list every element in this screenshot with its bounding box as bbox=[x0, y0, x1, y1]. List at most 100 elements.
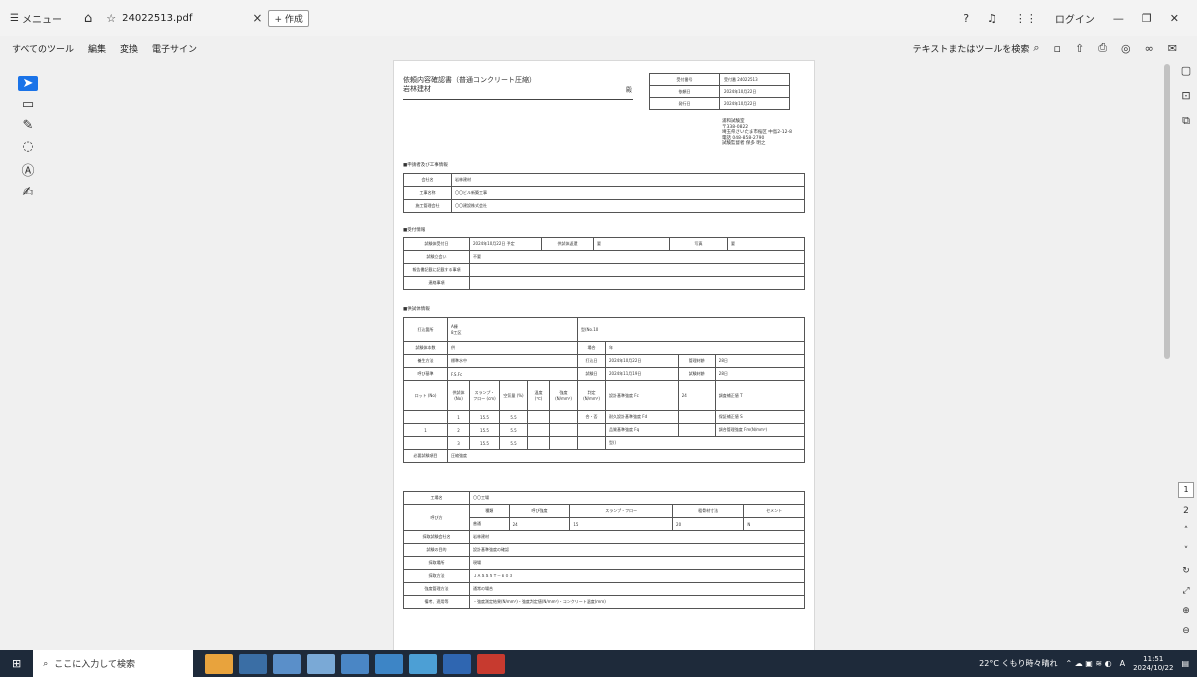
tab-title[interactable]: 24022513.pdf bbox=[122, 13, 192, 24]
search-icon[interactable]: ⌕ bbox=[1033, 41, 1039, 55]
close-tab-icon[interactable]: × bbox=[252, 11, 262, 25]
zoom-in-icon[interactable]: ⊕ bbox=[1182, 606, 1190, 616]
section-title-reception: ■受付情報 bbox=[403, 228, 426, 233]
cell-key: 試験体受付日 bbox=[403, 237, 470, 251]
app-icon[interactable] bbox=[409, 653, 438, 674]
toolbar-item-esign[interactable]: 電子サイン bbox=[152, 42, 197, 55]
new-tab-button[interactable]: + 作成 bbox=[268, 9, 309, 27]
bookmark-panel-icon[interactable]: ⊡ bbox=[1181, 89, 1190, 102]
cell-value: F.S.Fc bbox=[447, 367, 578, 381]
taskbar: ⊞ ⌕ ここに入力して検索 22°C くもり時々晴れ ⌃ ☁ ▣ ≋ ◐ A 1… bbox=[0, 650, 1197, 677]
page-down-icon[interactable]: ˅ bbox=[1184, 546, 1189, 556]
cell-key: 強度管理方法 bbox=[403, 582, 470, 596]
link-icon[interactable]: ∞ bbox=[1145, 42, 1154, 55]
lasso-icon[interactable]: ◌ bbox=[18, 139, 38, 154]
air-cell: 5.5 bbox=[499, 423, 528, 437]
lot-cell: 1 bbox=[403, 423, 448, 437]
col-header: 強度 (N/mm²) bbox=[549, 380, 578, 411]
ime-indicator[interactable]: A bbox=[1120, 659, 1125, 668]
bell-icon[interactable]: ♫ bbox=[987, 12, 997, 25]
cell-value: 不要 bbox=[469, 250, 805, 264]
app-icon[interactable] bbox=[273, 653, 302, 674]
app-icon[interactable] bbox=[375, 653, 404, 674]
doc-recipient: 岩林建材 bbox=[403, 85, 431, 93]
col-header: 粗骨材寸法 bbox=[672, 504, 745, 518]
side-key: 型() bbox=[605, 436, 805, 450]
toolbar-item-edit[interactable]: 編集 bbox=[88, 42, 106, 55]
cell-key: 採取方法 bbox=[403, 569, 470, 583]
cell-key: 打込日 bbox=[577, 354, 606, 368]
sign-icon[interactable]: ✍ bbox=[18, 185, 38, 200]
save-icon[interactable]: ▫ bbox=[1054, 42, 1061, 55]
text-select-icon[interactable]: Ⓐ bbox=[18, 160, 38, 179]
login-button[interactable]: ログイン bbox=[1055, 11, 1095, 26]
maximize-icon[interactable]: ❐ bbox=[1142, 12, 1152, 25]
cell-value: 型(No.10 bbox=[577, 317, 805, 342]
cell-value bbox=[469, 276, 805, 290]
judge-cell: 合・否 bbox=[577, 410, 606, 424]
refresh-icon[interactable]: ↻ bbox=[1182, 566, 1190, 576]
tray-icons[interactable]: ⌃ ☁ ▣ ≋ ◐ bbox=[1065, 659, 1111, 668]
left-toolbar: ➤ ▭ ✎ ◌ Ⓐ ✍ bbox=[15, 64, 41, 204]
taskbar-search[interactable]: ⌕ ここに入力して検索 bbox=[33, 650, 194, 677]
hamburger-icon: ☰ bbox=[10, 12, 19, 24]
zoom-out-icon[interactable]: ⊖ bbox=[1182, 626, 1190, 636]
clock-date: 2024/10/22 bbox=[1133, 663, 1174, 672]
side-key: 保証補正値 S bbox=[714, 410, 806, 424]
comment-icon[interactable]: ▭ bbox=[18, 97, 38, 112]
cell-value: 要 bbox=[727, 237, 805, 251]
tool-menu: すべてのツール 編集 変換 電子サイン bbox=[12, 42, 211, 55]
minimize-icon[interactable]: — bbox=[1113, 12, 1124, 25]
vertical-scrollbar[interactable] bbox=[1163, 64, 1171, 669]
header-value: 2024年10月22日 bbox=[719, 85, 790, 98]
fit-page-icon[interactable]: ⤢ bbox=[1182, 586, 1189, 596]
notification-icon[interactable]: ▤ bbox=[1181, 659, 1189, 668]
app-icon[interactable] bbox=[239, 653, 268, 674]
menu-button[interactable]: ☰ メニュー bbox=[10, 11, 62, 26]
mail-icon[interactable]: ✉ bbox=[1168, 42, 1177, 55]
windows-start-icon[interactable]: ⊞ bbox=[12, 657, 21, 670]
toolbar-item-convert[interactable]: 変換 bbox=[120, 42, 138, 55]
clock[interactable]: 11:51 2024/10/22 bbox=[1133, 655, 1173, 673]
system-tray: 22°C くもり時々晴れ ⌃ ☁ ▣ ≋ ◐ A 11:51 2024/10/2… bbox=[971, 650, 1189, 677]
app-icon[interactable] bbox=[307, 653, 336, 674]
cell-key: 会社名 bbox=[403, 173, 452, 187]
comment-panel-icon[interactable]: ▢ bbox=[1181, 64, 1191, 77]
pen-icon[interactable]: ✎ bbox=[18, 118, 38, 133]
upload-icon[interactable]: ⇧ bbox=[1075, 42, 1084, 55]
app-icon[interactable] bbox=[205, 653, 234, 674]
col-header: スランプ・フロー (cm) bbox=[469, 380, 500, 411]
cell-value: 2024年10月22日 予定 bbox=[469, 237, 542, 251]
current-page-box[interactable]: 1 bbox=[1178, 482, 1194, 498]
col-header: ロット (No) bbox=[403, 380, 448, 411]
page-up-icon[interactable]: ˄ bbox=[1184, 526, 1189, 536]
mix-table: 工場名 〇〇工場 呼び方 種類 呼び強度 スランプ・フロー 粗骨材寸法 セメント… bbox=[403, 491, 805, 609]
app-icon[interactable] bbox=[477, 653, 506, 674]
apps-icon[interactable]: ⋮⋮ bbox=[1015, 12, 1037, 25]
cell-value bbox=[469, 263, 805, 277]
home-icon[interactable]: ⌂ bbox=[84, 11, 92, 26]
pages-panel-icon[interactable]: ⧉ bbox=[1182, 114, 1190, 128]
help-icon[interactable]: ? bbox=[963, 12, 969, 25]
weather-text[interactable]: 22°C くもり時々晴れ bbox=[979, 658, 1057, 669]
ai-icon[interactable]: ◎ bbox=[1121, 42, 1131, 55]
slump-cell: 15.5 bbox=[469, 423, 500, 437]
cell-key: 呼び基準 bbox=[403, 367, 448, 381]
app-icon[interactable] bbox=[443, 653, 472, 674]
print-icon[interactable]: ⎙ bbox=[1098, 41, 1107, 55]
tool-search-label[interactable]: テキストまたはツールを検索 bbox=[913, 42, 1030, 55]
window-controls: ? ♫ ⋮⋮ ログイン — ❐ ✕ bbox=[963, 0, 1197, 36]
cursor-icon[interactable]: ➤ bbox=[18, 76, 38, 91]
app-icon[interactable] bbox=[341, 653, 370, 674]
close-window-icon[interactable]: ✕ bbox=[1170, 12, 1179, 25]
toolbar-item-all-tools[interactable]: すべてのツール bbox=[12, 42, 74, 55]
cell-value: 28日 bbox=[714, 367, 806, 381]
lot-cell bbox=[403, 410, 448, 424]
star-icon[interactable]: ☆ bbox=[106, 12, 116, 25]
scrollbar-thumb[interactable] bbox=[1164, 64, 1170, 359]
side-key: 調査補正値 T bbox=[714, 380, 806, 411]
cell-key: 管理材齢 bbox=[677, 354, 716, 368]
judge-cell bbox=[577, 436, 606, 450]
lab-info: 浦和試験室 〒338-0822 埼玉県さいたま市桜区 中島2-12-8 電話 0… bbox=[722, 119, 792, 147]
cell-value: 年 bbox=[605, 341, 805, 355]
